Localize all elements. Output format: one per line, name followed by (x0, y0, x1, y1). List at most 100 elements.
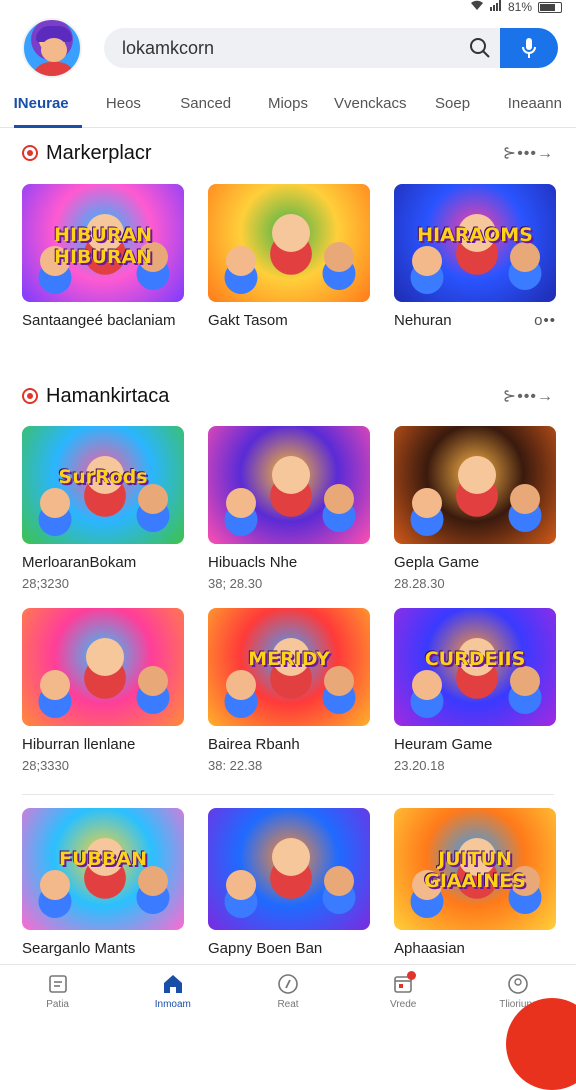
game-title: Hibuacls Nhe (208, 554, 298, 571)
game-thumbnail[interactable]: CURDEIIS (394, 608, 556, 726)
character-figure (324, 866, 354, 896)
search-input[interactable]: lokamkcorn (104, 38, 460, 59)
grid-icon (47, 973, 69, 995)
character-figure (510, 242, 540, 272)
game-meta: 28.28.30 (394, 576, 445, 591)
game-card[interactable]: Gepla Game 28.28.30 (394, 426, 556, 591)
game-title: Gapny Boen Ban (208, 940, 323, 957)
character-figure (226, 870, 256, 900)
search-icon[interactable] (460, 28, 500, 68)
battery-icon (538, 1, 562, 13)
mic-button[interactable] (500, 28, 558, 68)
character-figure (40, 870, 70, 900)
game-card[interactable]: HIARAOMS Nehuran o•• (394, 184, 556, 329)
game-thumbnail[interactable] (22, 608, 184, 726)
character-figure (510, 666, 540, 696)
game-thumbnail[interactable]: HIARAOMS (394, 184, 556, 302)
game-thumbnail[interactable]: HIBURAN HIBURAN (22, 184, 184, 302)
game-card[interactable]: Hiburran llenlane 28;3330 (22, 608, 184, 773)
section-title: Hamankirtaca (46, 384, 170, 407)
game-title: Heuram Game (394, 736, 493, 753)
game-card[interactable]: FUBBAN Searganlo Mants (22, 808, 184, 957)
compass-icon (277, 973, 299, 995)
character-figure (412, 670, 442, 700)
nav-item-home[interactable]: Inmoam (115, 965, 230, 1024)
category-tabs: INeurae Heos Sanced Miops Vvenckacs Soep… (0, 88, 576, 128)
nav-label: Inmoam (154, 999, 191, 1010)
record-icon (22, 388, 38, 404)
tab-1[interactable]: Heos (82, 88, 164, 127)
character-figure (510, 484, 540, 514)
game-thumbnail[interactable]: JUITUN GIAAINES (394, 808, 556, 930)
character-figure (272, 838, 310, 876)
game-title: Aphaasian (394, 940, 465, 957)
search-bar[interactable]: lokamkcorn (104, 28, 558, 68)
game-card[interactable]: CURDEIIS Heuram Game 23.20.18 (394, 608, 556, 773)
game-card[interactable]: SurRods MerloaranBokam 28;3230 (22, 426, 184, 591)
character-figure (40, 488, 70, 518)
game-meta: 28;3230 (22, 576, 69, 591)
game-title: Hiburran llenlane (22, 736, 136, 753)
section-title: Markerplacr (46, 141, 152, 164)
tab-4[interactable]: Vvenckacs (329, 88, 411, 127)
avatar[interactable] (22, 18, 82, 78)
game-thumbnail[interactable] (394, 426, 556, 544)
mic-icon (522, 38, 536, 58)
game-title: Searganlo Mants (22, 940, 136, 957)
game-thumbnail[interactable]: FUBBAN (22, 808, 184, 930)
game-thumbnail[interactable] (208, 808, 370, 930)
game-card[interactable]: HIBURAN HIBURAN Santaangeé baclaniam (22, 184, 184, 329)
home-icon (162, 973, 184, 995)
nav-label: Reat (277, 999, 299, 1010)
character-figure (324, 242, 354, 272)
game-card[interactable]: Gakt Tasom (208, 184, 370, 329)
character-figure (272, 456, 310, 494)
status-bar: 81% (470, 0, 562, 14)
nav-label: Patia (46, 999, 69, 1010)
bottom-navigation: Patia Inmoam Reat Vrede Tlioriuna (0, 964, 576, 1024)
game-title: MerloaranBokam (22, 554, 137, 571)
game-card[interactable]: Hibuacls Nhe 38; 28.30 (208, 426, 370, 591)
signal-icon (489, 0, 502, 14)
thumbnail-banner: HIBURAN HIBURAN (53, 224, 153, 268)
tab-5[interactable]: Soep (411, 88, 493, 127)
game-thumbnail[interactable]: SurRods (22, 426, 184, 544)
game-card[interactable]: Gapny Boen Ban (208, 808, 370, 957)
tab-2[interactable]: Sanced (165, 88, 247, 127)
game-title: Santaangeé baclaniam (22, 312, 176, 329)
game-card[interactable]: JUITUN GIAAINES Aphaasian (394, 808, 556, 957)
game-title: Gepla Game (394, 554, 480, 571)
game-title: Gakt Tasom (208, 312, 288, 329)
game-title: Bairea Rbanh (208, 736, 300, 753)
character-figure (86, 638, 124, 676)
character-figure (138, 666, 168, 696)
game-thumbnail[interactable] (208, 184, 370, 302)
game-thumbnail[interactable] (208, 426, 370, 544)
see-more-button[interactable]: ⊱•••→ (503, 386, 554, 406)
game-card[interactable]: MERIDY Bairea Rbanh 38: 22.38 (208, 608, 370, 773)
section-header-marketplace: Markerplacr ⊱•••→ (22, 140, 554, 166)
nav-label: Vrede (390, 999, 417, 1010)
game-meta: 38; 28.30 (208, 576, 263, 591)
character-figure (412, 488, 442, 518)
tab-0[interactable]: INeurae (0, 88, 83, 128)
game-meta: 38: 22.38 (208, 758, 263, 773)
tab-3[interactable]: Miops (247, 88, 329, 127)
notification-badge (407, 971, 417, 980)
character-figure (324, 484, 354, 514)
more-options-icon[interactable]: o•• (534, 312, 556, 329)
record-icon (22, 145, 38, 161)
nav-item-patia[interactable]: Patia (0, 965, 115, 1024)
character-figure (226, 246, 256, 276)
thumbnail-banner: JUITUN GIAAINES (424, 848, 526, 892)
divider (22, 794, 554, 795)
nav-item-reat[interactable]: Reat (230, 965, 345, 1024)
section-header-hamankirtaca: Hamankirtaca ⊱•••→ (22, 383, 554, 409)
character-figure (138, 866, 168, 896)
game-thumbnail[interactable]: MERIDY (208, 608, 370, 726)
tab-6[interactable]: Ineaann (494, 88, 576, 127)
nav-item-vrede[interactable]: Vrede (346, 965, 461, 1024)
see-more-button[interactable]: ⊱•••→ (503, 143, 554, 163)
character-figure (412, 246, 442, 276)
top-header: lokamkcorn (0, 14, 576, 88)
